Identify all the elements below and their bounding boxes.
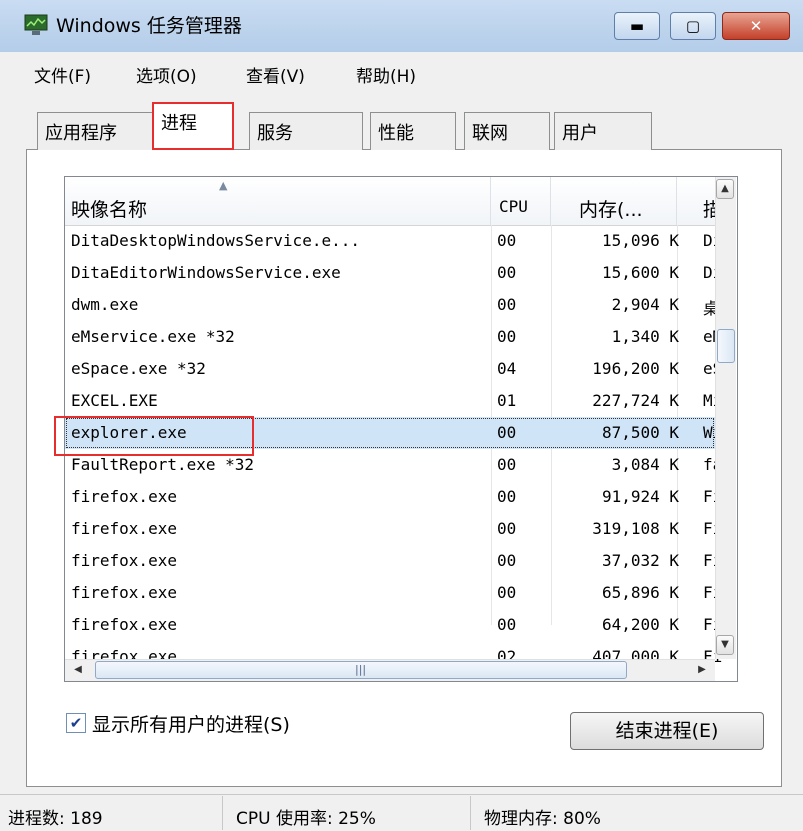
cell-memory: 227,724 K [592,391,679,410]
menu-help[interactable]: 帮助(H) [356,62,416,87]
show-all-users-label[interactable]: 显示所有用户的进程(S) [92,710,290,737]
scroll-up-button[interactable]: ▲ [716,179,734,199]
minimize-button[interactable]: ▬ [614,12,660,40]
tab-performance[interactable]: 性能 [370,112,456,150]
cell-cpu: 00 [497,487,517,506]
end-process-button[interactable]: 结束进程(E) [570,712,764,750]
cell-cpu: 04 [497,359,517,378]
cell-image-name: firefox.exe [71,551,177,570]
minimize-icon: ▬ [629,17,645,35]
scroll-down-button[interactable]: ▼ [716,635,734,655]
close-button[interactable]: ✕ [722,12,790,40]
cell-memory: 3,084 K [611,455,679,474]
highlight-box [54,416,254,456]
cell-image-name: firefox.exe [71,615,177,634]
maximize-icon: ▢ [685,17,701,35]
status-divider [470,796,471,830]
table-row[interactable]: DitaEditorWindowsService.exe 00 15,600 K Di [65,257,722,289]
status-bar [0,794,803,831]
cell-cpu: 01 [497,391,517,410]
window-title: Windows 任务管理器 [56,15,242,37]
table-row[interactable]: firefox.exe 00 319,108 K Fi [65,513,722,545]
cell-cpu: 00 [497,295,517,314]
maximize-button[interactable]: ▢ [670,12,716,40]
cell-memory: 319,108 K [592,519,679,538]
column-image-name[interactable]: 映像名称 [65,177,491,225]
column-description[interactable]: 描 [677,177,715,225]
scroll-right-button[interactable]: ▶ [693,661,711,681]
cell-image-name: EXCEL.EXE [71,391,158,410]
close-icon: ✕ [749,17,763,35]
table-row[interactable]: eSpace.exe *32 04 196,200 KeS [65,353,722,385]
cell-memory: 64,200 K [601,615,679,634]
cell-memory: 15,600 K [601,263,679,282]
cell-image-name: eSpace.exe *32 [71,359,206,378]
cell-image-name: firefox.exe [71,487,177,506]
status-divider [222,796,223,830]
table-row[interactable]: firefox.exe 00 65,896 K Fi [65,577,722,609]
cell-memory: 196,200 K [592,359,679,378]
vertical-scroll-thumb[interactable] [717,329,735,363]
cell-image-name: eMservice.exe *32 [71,327,235,346]
cell-cpu: 00 [497,615,517,634]
tab-networking[interactable]: 联网 [464,112,550,150]
table-row[interactable]: eMservice.exe *32 00 1,340 KeM [65,321,722,353]
cell-cpu: 00 [497,583,517,602]
tab-processes[interactable]: 进程 [152,102,234,150]
show-all-users-checkbox[interactable]: ✔ [66,713,86,733]
tab-services[interactable]: 服务 [249,112,363,150]
menu-view[interactable]: 查看(V) [246,62,305,87]
table-row[interactable]: firefox.exe 00 37,032 K Fi [65,545,722,577]
cell-memory: 15,096 K [601,231,679,250]
list-header: 映像名称 ▲ CPU 内存(... 描 [65,177,735,226]
menu-options[interactable]: 选项(O) [136,62,197,87]
cell-memory: 91,924 K [601,487,679,506]
column-memory[interactable]: 内存(... [551,177,677,225]
table-row[interactable]: EXCEL.EXE 01 227,724 K Mi [65,385,722,417]
status-process-count: 进程数: 189 [8,809,103,829]
cell-memory: 87,500 K [601,423,679,442]
cell-image-name: DitaEditorWindowsService.exe [71,263,341,282]
cell-memory: 37,032 K [601,551,679,570]
table-row[interactable]: firefox.exe 00 91,924 K Fi [65,481,722,513]
cell-image-name: firefox.exe [71,583,177,602]
task-manager-icon [24,14,48,35]
column-cpu[interactable]: CPU [491,177,551,225]
tab-users[interactable]: 用户 [554,112,652,150]
cell-memory: 65,896 K [601,583,679,602]
cell-memory: 1,340 K [611,327,679,346]
status-memory-usage: 物理内存: 80% [484,809,601,829]
checkmark-icon: ✔ [69,714,83,732]
cell-memory: 2,904 K [611,295,679,314]
cell-image-name: dwm.exe [71,295,139,314]
cell-image-name: DitaDesktopWindowsService.e... [71,231,360,250]
menu-file[interactable]: 文件(F) [34,62,91,87]
cell-cpu: 00 [497,455,517,474]
status-cpu-usage: CPU 使用率: 25% [236,809,376,829]
cell-cpu: 00 [497,519,517,538]
cell-cpu: 00 [497,263,517,282]
table-row[interactable]: firefox.exe 00 64,200 K Fi [65,609,722,641]
cell-cpu: 00 [497,231,517,250]
grip-icon: ||| [355,663,367,676]
cell-image-name: firefox.exe [71,519,177,538]
cell-cpu: 00 [497,423,517,442]
cell-image-name: FaultReport.exe *32 [71,455,255,474]
cell-cpu: 00 [497,327,517,346]
scroll-left-button[interactable]: ◀ [69,661,87,681]
vertical-scrollbar[interactable] [715,177,736,659]
table-row[interactable]: dwm.exe 00 2,904 K桌 [65,289,719,321]
table-row[interactable]: DitaDesktopWindowsService.e... 00 15,096 K… [65,225,722,257]
tab-applications[interactable]: 应用程序 [37,112,153,150]
sort-ascending-icon: ▲ [219,179,228,192]
cell-cpu: 00 [497,551,517,570]
